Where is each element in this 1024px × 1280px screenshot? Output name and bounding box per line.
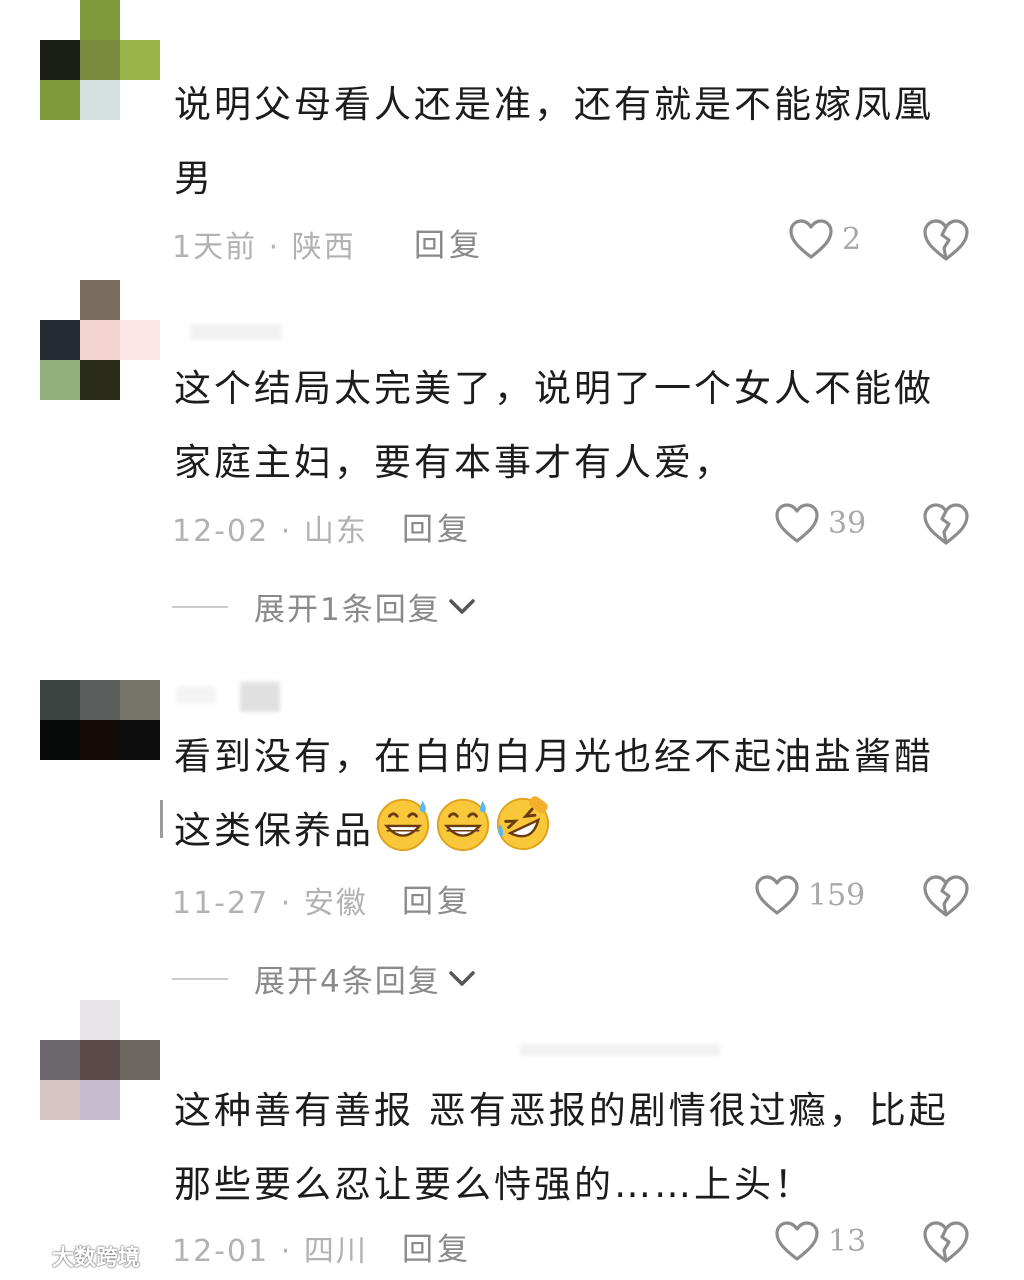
meta-separator: ·	[280, 514, 293, 549]
comment-text: 这种善有善报 恶有恶报的剧情很过瘾，比起那些要么忍让要么恃强的……上头！	[174, 1089, 949, 1206]
meta-separator: ·	[280, 1234, 293, 1269]
watermark-text: 大数跨境	[52, 1246, 141, 1271]
comment-location: 山东	[303, 514, 368, 549]
comment-location: 安徽	[303, 886, 368, 921]
comment-text: 这个结局太完美了，说明了一个女人不能做家庭主妇，要有本事才有人爱，	[174, 367, 934, 484]
username-blurred	[520, 1044, 720, 1056]
heart-icon	[789, 219, 833, 259]
like-button[interactable]: 159	[754, 874, 865, 916]
rolling-laughing-emoji	[496, 796, 550, 851]
broken-heart-icon[interactable]	[922, 874, 970, 918]
chevron-down-icon	[448, 970, 475, 986]
comment-item: 这个结局太完美了，说明了一个女人不能做家庭主妇，要有本事才有人爱， 12-02 …	[0, 280, 1024, 655]
heart-icon	[755, 875, 799, 915]
comment-text-content: 看到没有，在白的白月光也经不起油盐酱醋这类保养品	[174, 735, 934, 852]
comment-time: 12-01	[172, 1234, 270, 1269]
comment-meta: 1天前 · 陕西	[172, 222, 356, 266]
avatar[interactable]	[40, 280, 160, 400]
like-count: 39	[828, 505, 867, 541]
chevron-down-icon	[448, 598, 475, 614]
meta-separator: ·	[268, 230, 281, 265]
username-blurred	[240, 682, 280, 712]
comment-item: 看到没有，在白的白月光也经不起油盐酱醋这类保养品 11-27 · 安徽 回复 1…	[0, 680, 1024, 1010]
comment-item: 说明父母看人还是准，还有就是不能嫁凤凰男 1天前 · 陕西 回复 2	[0, 0, 1024, 280]
grinning-sweat-emoji	[436, 798, 490, 852]
comment-time: 12-02	[172, 514, 270, 549]
like-count: 13	[828, 1223, 867, 1259]
meta-separator: ·	[280, 886, 293, 921]
like-button[interactable]: 13	[774, 1220, 866, 1262]
expand-label: 展开1条回复	[254, 592, 441, 628]
like-button[interactable]: 2	[788, 218, 861, 260]
avatar[interactable]	[40, 0, 160, 120]
grinning-sweat-emoji	[376, 798, 430, 852]
heart-icon	[775, 1221, 819, 1261]
broken-heart-icon[interactable]	[922, 218, 970, 262]
comment-item: 这种善有善报 恶有恶报的剧情很过瘾，比起那些要么忍让要么恃强的……上头！ 12-…	[0, 1000, 1024, 1280]
heart-icon	[775, 503, 819, 543]
comment-meta: 12-02 · 山东	[172, 506, 368, 550]
avatar[interactable]	[40, 680, 160, 800]
avatar[interactable]	[40, 1000, 160, 1120]
like-button[interactable]: 39	[774, 502, 866, 544]
like-count: 159	[808, 877, 866, 913]
expand-divider	[172, 605, 228, 608]
broken-heart-icon[interactable]	[922, 502, 970, 546]
comment-text: 说明父母看人还是准，还有就是不能嫁凤凰男	[174, 83, 934, 200]
expand-divider	[172, 977, 228, 980]
comment-text: 看到没有，在白的白月光也经不起油盐酱醋这类保养品	[174, 720, 954, 868]
watermark-logo-icon	[10, 1246, 46, 1266]
watermark: 大数跨境	[8, 1240, 140, 1272]
comment-location: 四川	[303, 1234, 368, 1269]
reply-button[interactable]: 回复	[414, 220, 484, 265]
like-count: 2	[842, 221, 862, 257]
broken-heart-icon[interactable]	[922, 1220, 970, 1264]
comment-time: 11-27	[172, 886, 270, 921]
reply-button[interactable]: 回复	[402, 1224, 472, 1269]
text-cursor	[160, 800, 163, 838]
reply-button[interactable]: 回复	[402, 504, 472, 549]
username-blurred	[190, 324, 282, 340]
reply-button[interactable]: 回复	[402, 876, 472, 921]
expand-replies[interactable]: 展开1条回复	[172, 584, 477, 629]
username-blurred	[176, 686, 216, 704]
expand-label: 展开4条回复	[254, 964, 441, 1000]
comment-meta: 11-27 · 安徽	[172, 878, 368, 922]
comment-time: 1天前	[172, 230, 258, 265]
comment-meta: 12-01 · 四川	[172, 1226, 368, 1270]
expand-replies[interactable]: 展开4条回复	[172, 956, 477, 1001]
comment-location: 陕西	[291, 230, 356, 265]
